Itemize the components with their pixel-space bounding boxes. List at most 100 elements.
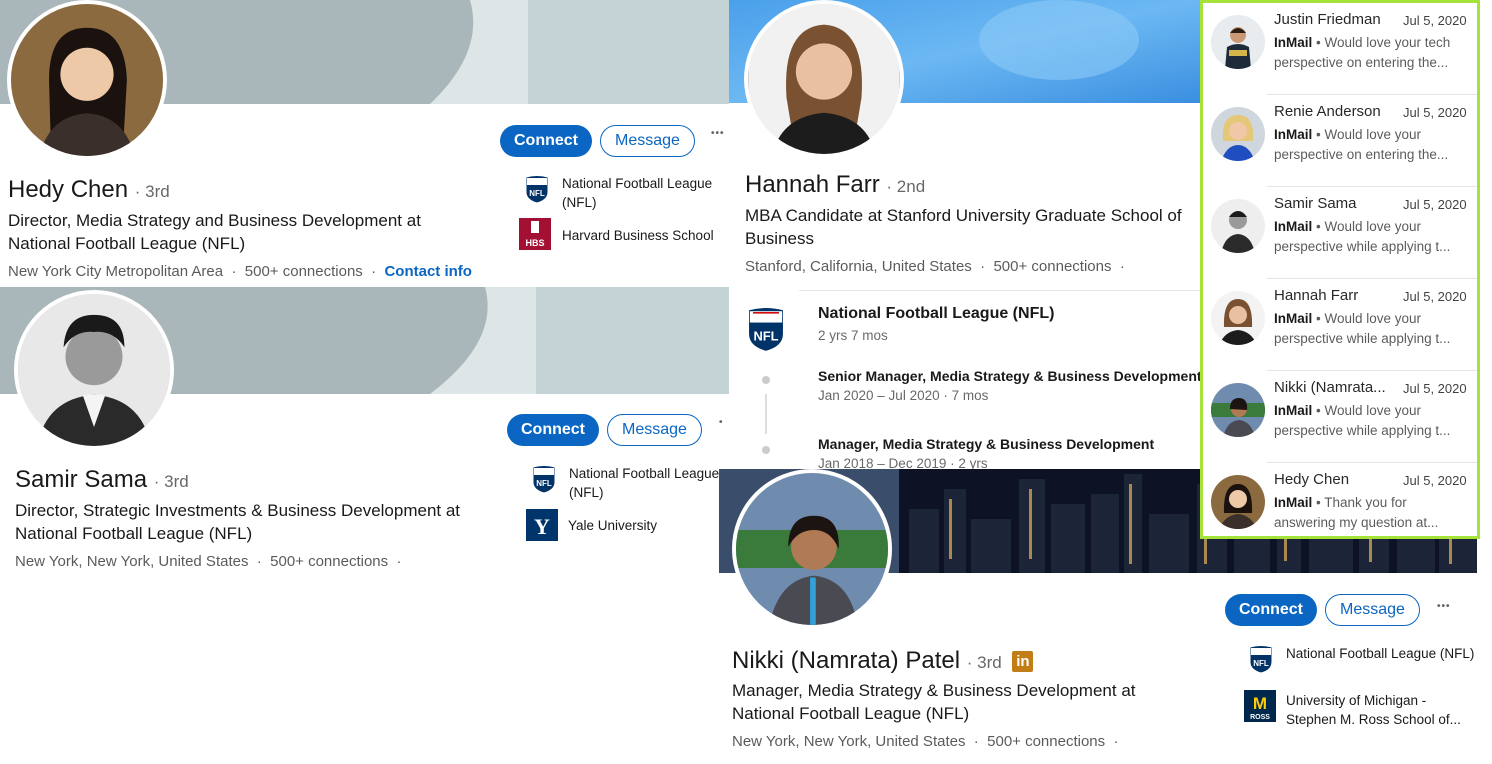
experience-role-dates: Jan 2018 – Dec 2019 · 2 yrs <box>818 456 988 469</box>
nfl-logo-text: NFL <box>536 479 552 488</box>
inmail-tag: InMail <box>1274 403 1313 418</box>
connections-count[interactable]: 500+ connections <box>245 263 363 280</box>
messaging-inbox-list: Justin Friedman Jul 5, 2020 InMail • Wou… <box>1200 0 1480 539</box>
avatar[interactable] <box>7 0 167 160</box>
conversation-item[interactable]: Hedy Chen Jul 5, 2020 InMail • Thank you… <box>1203 463 1477 536</box>
sender-name: Samir Sama <box>1274 195 1357 212</box>
divider <box>799 290 1200 291</box>
org-name: Harvard Business School <box>562 228 714 243</box>
conversation-item[interactable]: Hannah Farr Jul 5, 2020 InMail • Would l… <box>1203 279 1477 371</box>
avatar[interactable] <box>14 290 174 450</box>
org-item[interactable]: NFL National Football League (NFL) <box>1246 644 1476 674</box>
timeline-dot <box>762 376 770 384</box>
location-text: New York, New York, United States <box>15 553 249 570</box>
profile-location-row: New York, New York, United States · 500+… <box>15 553 402 570</box>
more-options-icon[interactable]: ••• <box>1437 601 1451 612</box>
connect-button[interactable]: Connect <box>500 125 592 157</box>
linkedin-badge-icon: in <box>1012 651 1034 672</box>
location-text: Stanford, California, United States <box>745 258 972 275</box>
contact-info-link[interactable]: Contact info <box>384 263 472 280</box>
org-name: National Football League (NFL) <box>562 176 713 210</box>
message-button[interactable]: Message <box>600 125 695 157</box>
profile-location-row: New York, New York, United States · 500+… <box>732 733 1119 750</box>
org-name: University of Michigan - Stephen M. Ross… <box>1286 693 1461 727</box>
org-item[interactable]: NFL National Football League (NFL) <box>529 464 729 502</box>
org-item[interactable]: HBS Harvard Business School <box>518 218 723 250</box>
inmail-tag: InMail <box>1274 495 1313 510</box>
org-item[interactable]: Y Yale University <box>526 509 726 541</box>
experience-role-title[interactable]: Senior Manager, Media Strategy & Busines… <box>818 368 1200 384</box>
sender-name: Hannah Farr <box>1274 287 1359 304</box>
profile-name: Hedy Chen · 3rd <box>8 176 170 204</box>
message-date: Jul 5, 2020 <box>1403 473 1467 488</box>
message-date: Jul 5, 2020 <box>1403 289 1467 304</box>
experience-role-title[interactable]: Manager, Media Strategy & Business Devel… <box>818 436 1154 452</box>
inmail-tag: InMail <box>1274 35 1313 50</box>
profile-card-hannah: Hannah Farr · 2nd MBA Candidate at Stanf… <box>729 0 1200 469</box>
experience-company[interactable]: National Football League (NFL) <box>818 305 1054 323</box>
avatar <box>1211 107 1265 161</box>
message-date: Jul 5, 2020 <box>1403 381 1467 396</box>
timeline-line <box>765 394 767 434</box>
yale-y-icon: Y <box>526 509 558 541</box>
location-text: New York City Metropolitan Area <box>8 263 224 280</box>
org-name: Yale University <box>568 518 658 533</box>
message-snippet: InMail • Would love your perspective whi… <box>1274 311 1451 346</box>
avatar <box>1211 291 1265 345</box>
message-button[interactable]: Message <box>607 414 702 446</box>
connections-count[interactable]: 500+ connections <box>270 553 388 570</box>
connect-button[interactable]: Connect <box>507 414 599 446</box>
hbs-shield-icon: HBS <box>518 218 552 250</box>
hbs-logo-text: HBS <box>525 238 544 248</box>
degree-text: 3rd <box>164 472 189 491</box>
avatar[interactable] <box>732 469 892 629</box>
org-name: National Football League (NFL) <box>569 466 720 500</box>
sender-name: Renie Anderson <box>1274 103 1381 120</box>
name-text: Nikki (Namrata) Patel <box>732 647 961 674</box>
conversation-item[interactable]: Justin Friedman Jul 5, 2020 InMail • Wou… <box>1203 3 1477 95</box>
profile-location-row: New York City Metropolitan Area · 500+ c… <box>8 263 472 280</box>
profile-name: Hannah Farr · 2nd <box>745 171 925 199</box>
umich-ross-icon: M ROSS <box>1244 690 1276 722</box>
conversation-item[interactable]: Nikki (Namrata... Jul 5, 2020 InMail • W… <box>1203 371 1477 463</box>
message-button[interactable]: Message <box>1325 594 1420 626</box>
sender-name: Justin Friedman <box>1274 11 1381 28</box>
avatar <box>1211 199 1265 253</box>
connect-button[interactable]: Connect <box>1225 594 1317 626</box>
message-date: Jul 5, 2020 <box>1403 13 1467 28</box>
nfl-logo-text: NFL <box>529 189 545 198</box>
name-text: Hannah Farr <box>745 171 880 198</box>
org-item[interactable]: NFL National Football League (NFL) <box>522 174 727 212</box>
sender-name: Hedy Chen <box>1274 471 1350 488</box>
profile-headline: Manager, Media Strategy & Business Devel… <box>732 681 1136 723</box>
avatar[interactable] <box>744 0 904 158</box>
connections-count[interactable]: 500+ connections <box>987 733 1105 750</box>
name-text: Hedy Chen <box>8 176 129 203</box>
ross-logo-text: ROSS <box>1250 714 1270 721</box>
connection-degree: · 3rd <box>134 182 170 201</box>
connections-count[interactable]: 500+ connections <box>993 258 1111 275</box>
more-options-icon[interactable]: • <box>719 417 724 428</box>
timeline-dot <box>762 446 770 454</box>
connection-degree: · 3rd <box>153 472 189 491</box>
more-options-icon[interactable]: ••• <box>711 128 725 139</box>
message-snippet: InMail • Would love your perspective on … <box>1274 127 1449 162</box>
nfl-shield-icon: NFL <box>745 304 787 359</box>
profile-card-samir: Connect Message • Samir Sama · 3rd Direc… <box>0 287 729 587</box>
profile-location-row: Stanford, California, United States · 50… <box>745 258 1125 275</box>
conversation-item[interactable]: Renie Anderson Jul 5, 2020 InMail • Woul… <box>1203 95 1477 187</box>
profile-name: Nikki (Namrata) Patel · 3rd in <box>732 647 1034 675</box>
degree-text: 3rd <box>977 653 1002 672</box>
profile-headline: Director, Media Strategy and Business De… <box>8 211 421 253</box>
org-item[interactable]: M ROSS University of Michigan - Stephen M… <box>1244 690 1477 729</box>
profile-headline: Director, Strategic Investments & Busine… <box>15 501 461 543</box>
connection-degree: · 2nd <box>886 177 926 196</box>
nfl-shield-icon: NFL <box>1246 644 1276 674</box>
inmail-tag: InMail <box>1274 311 1313 326</box>
yale-logo-text: Y <box>534 514 550 539</box>
message-snippet: InMail • Would love your perspective whi… <box>1274 403 1451 438</box>
experience-duration: 2 yrs 7 mos <box>818 328 888 343</box>
message-date: Jul 5, 2020 <box>1403 105 1467 120</box>
org-name: National Football League (NFL) <box>1286 646 1475 661</box>
conversation-item[interactable]: Samir Sama Jul 5, 2020 InMail • Would lo… <box>1203 187 1477 279</box>
